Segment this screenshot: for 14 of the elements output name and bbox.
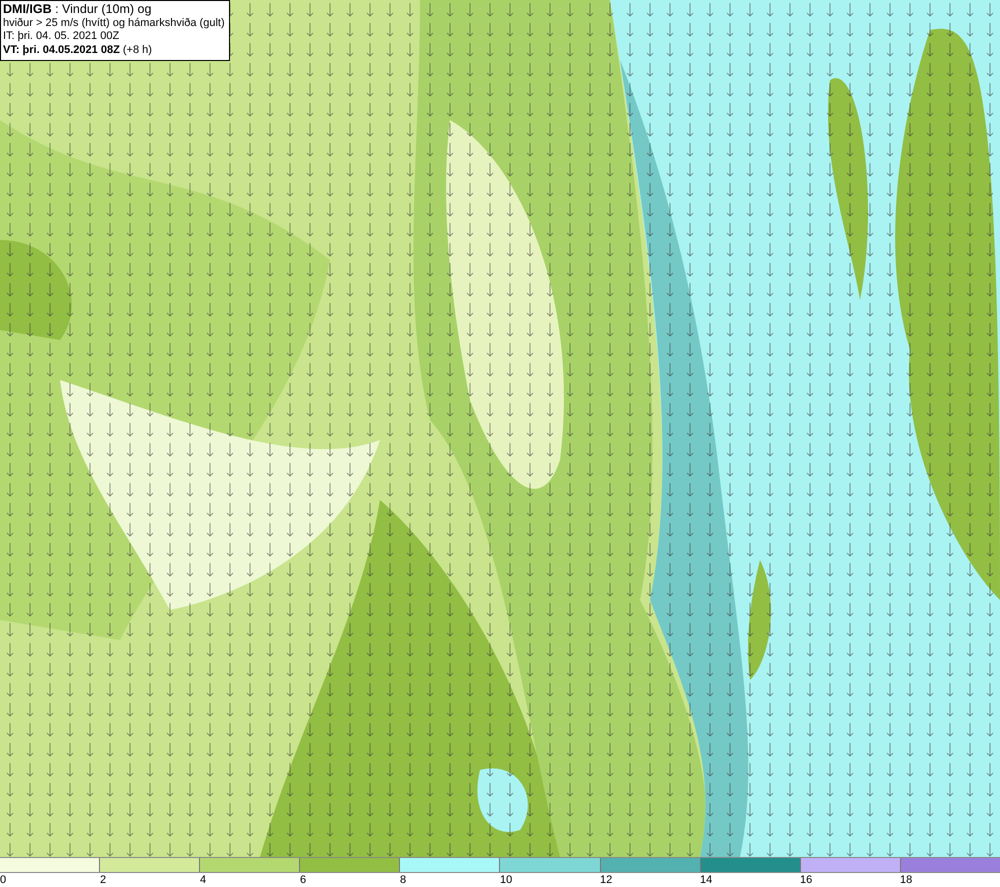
legend-label: 2	[100, 874, 106, 886]
info-line: DMI/IGB : Vindur (10m) og	[3, 3, 152, 16]
info-line: hviður > 25 m/s (hvítt) og hámarkshviða (gult)	[3, 16, 225, 30]
legend-label: 6	[300, 874, 306, 886]
legend-label: 10	[500, 874, 512, 886]
legend-label: 12	[600, 874, 612, 886]
legend-label: 4	[200, 874, 206, 886]
legend-label: 18	[900, 874, 912, 886]
info-line: VT: þri. 04.05.2021 08Z (+8 h)	[3, 44, 153, 57]
info-line: IT: þri. 04. 05. 2021 00Z	[3, 30, 120, 44]
legend-label: 0	[0, 874, 6, 886]
legend-label: 14	[700, 874, 712, 886]
legend-label: 16	[800, 874, 812, 886]
legend-label: 8	[400, 874, 406, 886]
